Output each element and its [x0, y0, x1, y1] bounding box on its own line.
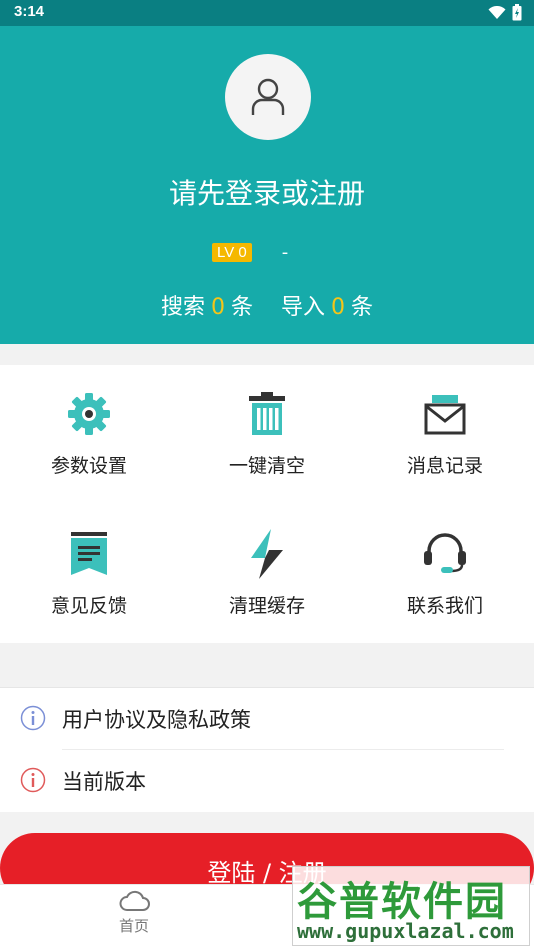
watermark: 谷普软件园 www.gupuxlazal.com: [292, 866, 530, 946]
info-list: 用户协议及隐私政策 当前版本: [0, 687, 534, 812]
stat-label: 导入: [281, 295, 326, 320]
watermark-url: www.gupuxlazal.com: [297, 919, 514, 943]
stat-label: 搜索: [160, 295, 205, 320]
level-extra: -: [281, 242, 289, 263]
stat-value: 0: [331, 295, 346, 320]
grid-item-label: 意见反馈: [50, 595, 127, 617]
stat-unit: 条: [230, 295, 253, 320]
grid-item-label: 清理缓存: [228, 595, 305, 617]
feedback-icon: [71, 532, 107, 575]
cloud-icon: [119, 890, 150, 911]
headset-icon: [424, 533, 466, 573]
user-icon: [251, 78, 285, 115]
grid-item-label: 一键清空: [228, 455, 305, 477]
grid-item-clear-all[interactable]: 一键清空: [178, 365, 356, 485]
list-item-label: 用户协议及隐私政策: [62, 708, 251, 732]
list-item-current-version[interactable]: 当前版本: [0, 750, 534, 812]
stat-import: 导入 0 条: [281, 289, 373, 321]
grid-item-contact-us[interactable]: 联系我们: [356, 505, 534, 625]
grid-item-label: 消息记录: [406, 455, 483, 477]
level-row: LV 0 -: [212, 242, 288, 263]
nav-home[interactable]: 首页: [100, 885, 168, 950]
grid-item-label: 联系我们: [406, 595, 483, 617]
grid-item-feedback[interactable]: 意见反馈: [0, 505, 178, 625]
grid-item-settings[interactable]: 参数设置: [0, 365, 178, 485]
function-grid: 参数设置 一键清空 消息记录 意见反馈 清理缓存 联系我们: [0, 365, 534, 643]
lightning-icon: [251, 529, 283, 579]
gear-icon: [68, 393, 110, 435]
trash-icon: [249, 392, 285, 435]
wifi-icon: [488, 5, 506, 19]
grid-item-messages[interactable]: 消息记录: [356, 365, 534, 485]
stats-row: 搜索 0 条 导入 0 条: [0, 289, 534, 321]
list-item-privacy-policy[interactable]: 用户协议及隐私政策: [0, 688, 534, 750]
stat-unit: 条: [351, 295, 374, 320]
list-item-label: 当前版本: [62, 770, 146, 794]
stat-value: 0: [210, 295, 225, 320]
info-icon: [20, 705, 46, 731]
mail-icon: [424, 395, 466, 435]
status-time: 3:14: [14, 3, 45, 20]
login-prompt[interactable]: 请先登录或注册: [0, 172, 534, 212]
nav-home-label: 首页: [118, 917, 149, 935]
battery-icon: [512, 4, 522, 21]
profile-header: 请先登录或注册 LV 0 - 搜索 0 条 导入 0 条: [0, 26, 534, 344]
avatar[interactable]: [225, 54, 311, 140]
status-icons: [488, 4, 522, 21]
level-badge: LV 0: [212, 243, 252, 262]
stat-search: 搜索 0 条: [161, 289, 253, 321]
status-bar: 3:14: [0, 0, 534, 26]
info-icon: [20, 767, 46, 793]
grid-item-label: 参数设置: [50, 455, 127, 477]
grid-item-clear-cache[interactable]: 清理缓存: [178, 505, 356, 625]
